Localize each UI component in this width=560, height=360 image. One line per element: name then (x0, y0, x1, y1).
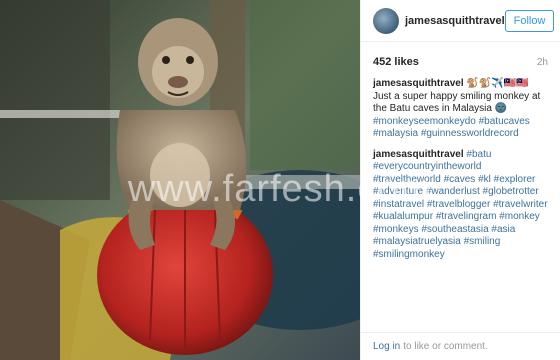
hashtag-link[interactable]: #monkeys (373, 224, 419, 235)
hashtag-link[interactable]: #batu (466, 149, 491, 160)
hashtag-link[interactable]: #southeastasia (421, 224, 488, 235)
username-link[interactable]: jamesasquithtravel (405, 15, 505, 27)
caption-text: Just a super happy smiling monkey at the… (373, 90, 541, 115)
comment-tags: #batu #everycountryintheworld #travelthe… (373, 149, 548, 260)
hashtag-link[interactable]: #guinnessworldrecord (421, 128, 519, 139)
follow-button[interactable]: Follow (504, 9, 555, 32)
login-footer: Log in to like or comment. (361, 332, 560, 360)
post-header: jamesasquithtravel Follow (361, 0, 560, 42)
comment-username[interactable]: jamesasquithtravel (373, 149, 464, 160)
comments-list: jamesasquithtravel 🐒🐒✈️🇲🇾🇲🇾 Just a super… (361, 76, 560, 271)
caption-comment: jamesasquithtravel 🐒🐒✈️🇲🇾🇲🇾 Just a super… (373, 78, 548, 141)
post-sidebar: jamesasquithtravel Follow 452 likes 2h j… (360, 0, 560, 360)
hashtag-link[interactable]: #kl (478, 174, 491, 185)
hashtag-link[interactable]: #travelingram (436, 211, 497, 222)
caption-emoji: 🐒🐒✈️🇲🇾🇲🇾 (466, 78, 529, 89)
hashtag-link[interactable]: #explorer (494, 174, 536, 185)
hashtag-link[interactable]: #everycountryintheworld (373, 161, 481, 172)
monkey-photo-illustration (0, 0, 360, 360)
hashtag-link[interactable]: #malaysia (373, 128, 418, 139)
hashtag-link[interactable]: #travelwriter (493, 199, 547, 210)
post-photo[interactable] (0, 0, 360, 360)
avatar[interactable] (373, 7, 399, 34)
hashtag-link[interactable]: #batucaves (479, 116, 530, 127)
hashtag-link[interactable]: #asia (491, 224, 515, 235)
hashtag-comment: jamesasquithtravel #batu #everycountryin… (373, 149, 548, 262)
hashtag-link[interactable]: #wanderlust (426, 186, 480, 197)
hashtag-link[interactable]: #smiling (464, 236, 501, 247)
hashtag-link[interactable]: #traveltheworld (373, 174, 441, 185)
caption-username[interactable]: jamesasquithtravel (373, 78, 464, 89)
hashtag-link[interactable]: #caves (444, 174, 476, 185)
caption-tags: #monkeyseemonkeydo #batucaves #malaysia … (373, 116, 530, 140)
hashtag-link[interactable]: #malaysiatruelyasia (373, 236, 461, 247)
hashtag-link[interactable]: #instatravel (373, 199, 424, 210)
hashtag-link[interactable]: #monkeyseemonkeydo (373, 116, 476, 127)
login-prompt-text: to like or comment. (403, 341, 488, 352)
hashtag-link[interactable]: #adventure (373, 186, 423, 197)
hashtag-link[interactable]: #globetrotter (483, 186, 539, 197)
login-link[interactable]: Log in (373, 341, 400, 352)
post-time[interactable]: 2h (537, 57, 548, 68)
hashtag-link[interactable]: #smilingmonkey (373, 249, 445, 260)
post-meta: 452 likes 2h (361, 42, 560, 76)
hashtag-link[interactable]: #monkey (499, 211, 540, 222)
likes-count[interactable]: 452 likes (373, 56, 419, 68)
hashtag-link[interactable]: #kualalumpur (373, 211, 433, 222)
hashtag-link[interactable]: #travelblogger (427, 199, 490, 210)
